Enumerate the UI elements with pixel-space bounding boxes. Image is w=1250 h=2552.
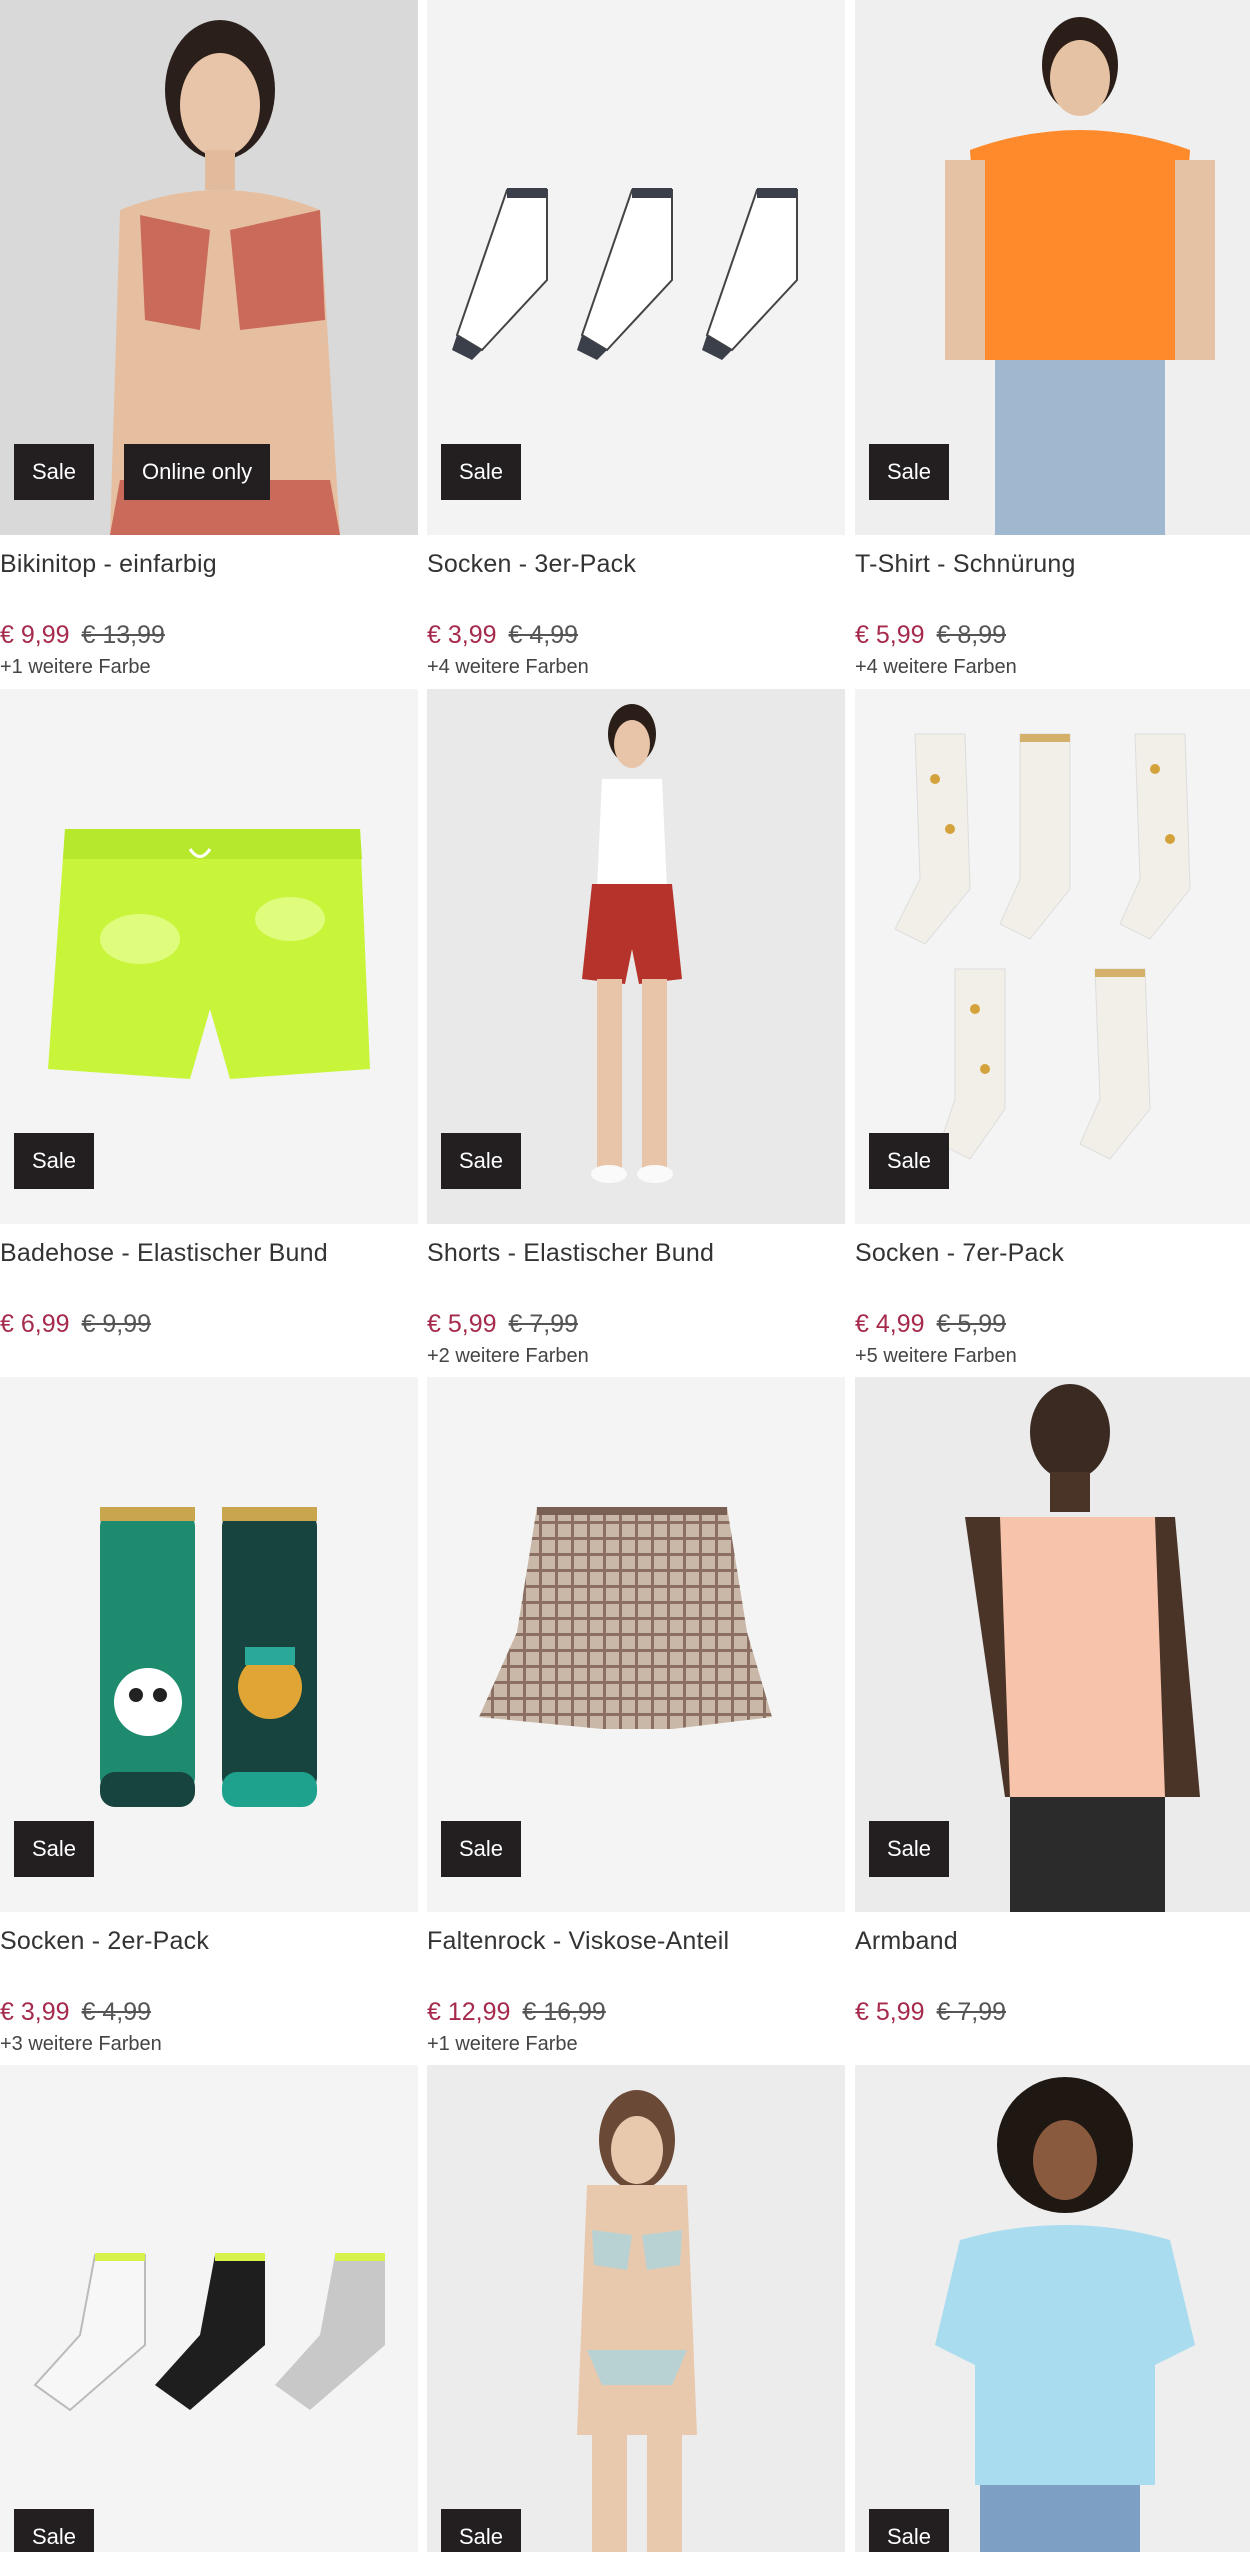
product-title[interactable]: Faltenrock - Viskose-Anteil bbox=[427, 1922, 845, 1960]
badge-group: Sale bbox=[869, 444, 950, 500]
sale-price: € 5,99 bbox=[427, 1310, 497, 1338]
badge-group: Sale bbox=[869, 2509, 950, 2552]
product-image[interactable]: Sale Online only bbox=[0, 0, 418, 535]
sale-badge: Sale bbox=[441, 2509, 522, 2552]
blue-tshirt-photo bbox=[855, 2065, 1250, 2552]
product-card[interactable]: Sale bbox=[0, 2065, 418, 2552]
price-row: € 9,99 € 13,99 bbox=[0, 618, 418, 652]
product-title[interactable]: Bikinitop - einfarbig bbox=[0, 545, 418, 583]
more-colors-link[interactable] bbox=[0, 1341, 418, 1371]
sale-badge: Sale bbox=[441, 444, 522, 500]
more-colors-link[interactable]: +1 weitere Farbe bbox=[427, 2029, 845, 2059]
sale-price: € 3,99 bbox=[427, 621, 497, 649]
more-colors-link[interactable]: +4 weitere Farben bbox=[855, 652, 1250, 682]
product-card[interactable]: Sale Socken - 2er-Pack € 3,99 € 4,99 +3 w… bbox=[0, 1377, 418, 2059]
sale-price: € 5,99 bbox=[855, 621, 925, 649]
more-colors-link[interactable]: +2 weitere Farben bbox=[427, 1341, 845, 1371]
badge-group: Sale bbox=[14, 1821, 95, 1877]
price-row: € 4,99 € 5,99 bbox=[855, 1307, 1250, 1341]
price-row: € 3,99 € 4,99 bbox=[427, 618, 845, 652]
badge-group: Sale bbox=[869, 1821, 950, 1877]
badge-group: Sale bbox=[14, 1133, 95, 1189]
product-image[interactable]: Sale bbox=[0, 1377, 418, 1912]
product-card[interactable]: Sale Armband € 5,99 € 7,99 bbox=[855, 1377, 1250, 2059]
badge-group: Sale bbox=[441, 1133, 522, 1189]
badge-group: Sale bbox=[14, 2509, 95, 2552]
price-row: € 5,99 € 7,99 bbox=[427, 1307, 845, 1341]
product-card[interactable]: Sale Badehose - Elastischer Bund € 6,99 €… bbox=[0, 689, 418, 1371]
more-colors-link[interactable]: +4 weitere Farben bbox=[427, 652, 845, 682]
original-price: € 7,99 bbox=[936, 1998, 1007, 2026]
sale-badge: Sale bbox=[14, 1133, 95, 1189]
product-image[interactable]: Sale bbox=[427, 0, 845, 535]
sale-badge: Sale bbox=[869, 1133, 950, 1189]
more-colors-link[interactable]: +1 weitere Farbe bbox=[0, 652, 418, 682]
product-card[interactable]: Sale T-Shirt - Schnürung € 5,99 € 8,99 +4… bbox=[855, 0, 1250, 682]
sale-badge: Sale bbox=[441, 1821, 522, 1877]
product-grid: Sale Online only Bikinitop - einfarbig €… bbox=[0, 0, 1250, 2552]
badge-group: Sale bbox=[869, 1133, 950, 1189]
price-row: € 5,99 € 8,99 bbox=[855, 618, 1250, 652]
sale-badge: Sale bbox=[14, 444, 95, 500]
sale-price: € 4,99 bbox=[855, 1310, 925, 1338]
sale-price: € 9,99 bbox=[0, 621, 70, 649]
original-price: € 5,99 bbox=[936, 1310, 1007, 1338]
sale-price: € 6,99 bbox=[0, 1310, 70, 1338]
product-image[interactable]: Sale bbox=[427, 1377, 845, 1912]
product-card[interactable]: Sale bbox=[855, 2065, 1250, 2552]
product-image[interactable]: Sale bbox=[427, 2065, 845, 2552]
sale-badge: Sale bbox=[14, 1821, 95, 1877]
product-image[interactable]: Sale bbox=[855, 2065, 1250, 2552]
online-only-badge: Online only bbox=[124, 444, 271, 500]
more-colors-link[interactable]: +3 weitere Farben bbox=[0, 2029, 418, 2059]
badge-group: Sale bbox=[441, 444, 522, 500]
original-price: € 4,99 bbox=[508, 621, 579, 649]
badge-group: Sale bbox=[441, 1821, 522, 1877]
original-price: € 8,99 bbox=[936, 621, 1007, 649]
product-title[interactable]: Socken - 2er-Pack bbox=[0, 1922, 418, 1960]
sale-badge: Sale bbox=[14, 2509, 95, 2552]
price-row: € 3,99 € 4,99 bbox=[0, 1995, 418, 2029]
product-card[interactable]: Sale Online only Bikinitop - einfarbig €… bbox=[0, 0, 418, 682]
product-title[interactable]: Badehose - Elastischer Bund bbox=[0, 1234, 418, 1272]
sale-badge: Sale bbox=[869, 444, 950, 500]
sale-price: € 5,99 bbox=[855, 1998, 925, 2026]
badge-group: Sale Online only bbox=[14, 444, 271, 500]
sale-badge: Sale bbox=[869, 2509, 950, 2552]
more-colors-link[interactable]: +5 weitere Farben bbox=[855, 1341, 1250, 1371]
product-image[interactable]: Sale bbox=[855, 689, 1250, 1224]
product-title[interactable]: T-Shirt - Schnürung bbox=[855, 545, 1250, 583]
product-image[interactable]: Sale bbox=[427, 689, 845, 1224]
product-card[interactable]: Sale Shorts - Elastischer Bund € 5,99 € 7… bbox=[427, 689, 845, 1371]
price-row: € 12,99 € 16,99 bbox=[427, 1995, 845, 2029]
lingerie-set-photo bbox=[427, 2065, 845, 2552]
product-card[interactable]: Sale Socken - 3er-Pack € 3,99 € 4,99 +4 w… bbox=[427, 0, 845, 682]
original-price: € 4,99 bbox=[81, 1998, 152, 2026]
original-price: € 9,99 bbox=[81, 1310, 152, 1338]
original-price: € 13,99 bbox=[81, 621, 165, 649]
badge-group: Sale bbox=[441, 2509, 522, 2552]
product-title[interactable]: Armband bbox=[855, 1922, 1250, 1960]
product-card[interactable]: Sale Faltenrock - Viskose-Anteil € 12,99… bbox=[427, 1377, 845, 2059]
product-image[interactable]: Sale bbox=[855, 1377, 1250, 1912]
sale-badge: Sale bbox=[441, 1133, 522, 1189]
product-image[interactable]: Sale bbox=[0, 689, 418, 1224]
product-title[interactable]: Socken - 7er-Pack bbox=[855, 1234, 1250, 1272]
original-price: € 16,99 bbox=[522, 1998, 606, 2026]
price-row: € 5,99 € 7,99 bbox=[855, 1995, 1250, 2029]
original-price: € 7,99 bbox=[508, 1310, 579, 1338]
product-image[interactable]: Sale bbox=[0, 2065, 418, 2552]
more-colors-link[interactable] bbox=[855, 2029, 1250, 2059]
sale-badge: Sale bbox=[869, 1821, 950, 1877]
product-image[interactable]: Sale bbox=[855, 0, 1250, 535]
sale-price: € 12,99 bbox=[427, 1998, 511, 2026]
product-title[interactable]: Socken - 3er-Pack bbox=[427, 545, 845, 583]
price-row: € 6,99 € 9,99 bbox=[0, 1307, 418, 1341]
product-card[interactable]: Sale bbox=[427, 2065, 845, 2552]
sport-socks-photo bbox=[0, 2065, 418, 2552]
product-title[interactable]: Shorts - Elastischer Bund bbox=[427, 1234, 845, 1272]
sale-price: € 3,99 bbox=[0, 1998, 70, 2026]
product-card[interactable]: Sale Socken - 7er-Pack € 4,99 € 5,99 +5 w… bbox=[855, 689, 1250, 1371]
